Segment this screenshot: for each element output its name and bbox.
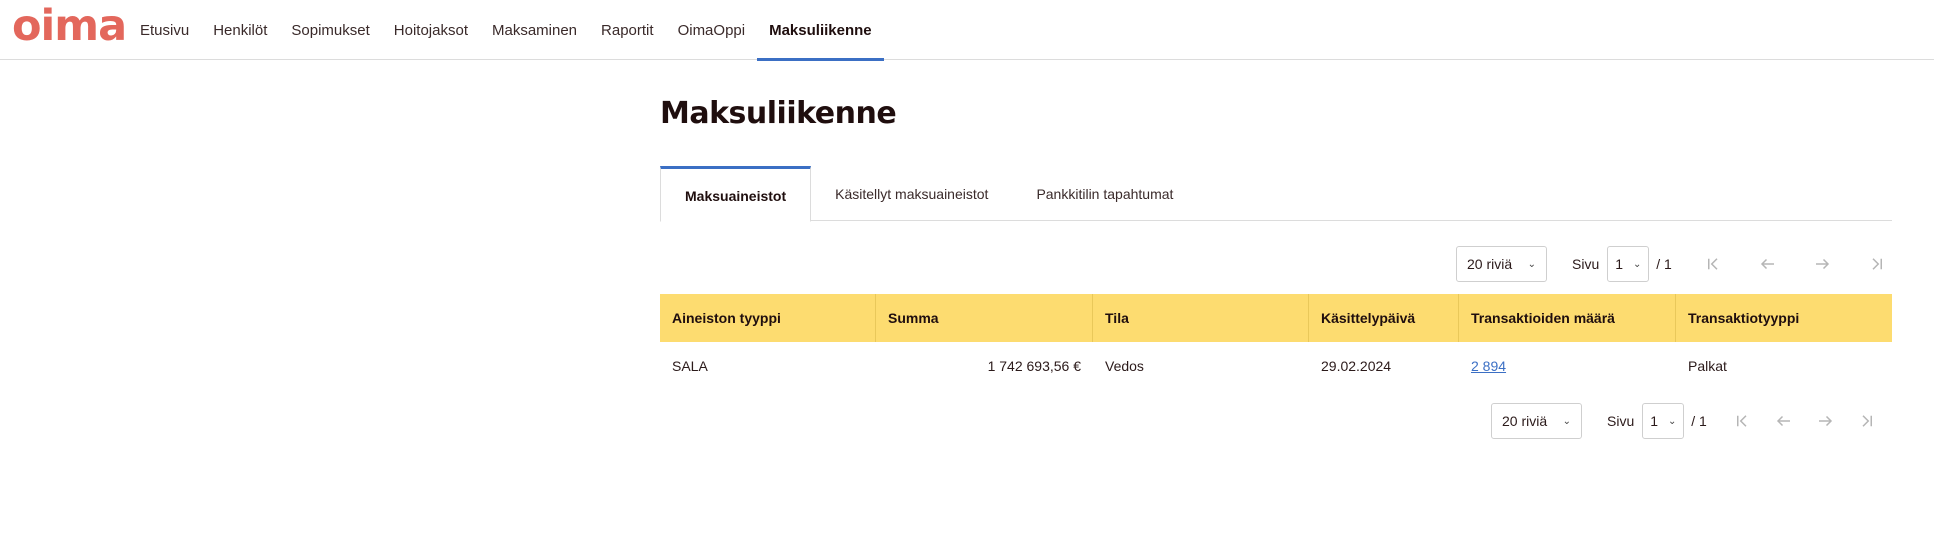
- cell-amount: 1 742 693,56 €: [987, 358, 1081, 374]
- chevron-down-icon: ⌄: [1633, 258, 1642, 270]
- payment-files-table: Aineiston tyyppi Summa Tila Käsittelypäi…: [660, 294, 1892, 390]
- chevron-down-icon: ⌄: [1562, 415, 1571, 427]
- cell-status: Vedos: [1105, 358, 1144, 374]
- column-header-kasittelypaiva[interactable]: Käsittelypäivä: [1309, 294, 1459, 342]
- pagination-top: 20 riviä ⌄ Sivu 1 ⌄ / 1: [1456, 246, 1888, 282]
- tab-maksuaineistot[interactable]: Maksuaineistot: [660, 166, 812, 222]
- column-header-transaktioiden-maara[interactable]: Transaktioiden määrä: [1459, 294, 1676, 342]
- page-total: / 1: [1656, 256, 1672, 272]
- prev-page-icon[interactable]: [1756, 252, 1780, 276]
- main-nav: Etusivu Henkilöt Sopimukset Hoitojaksot …: [128, 0, 884, 61]
- nav-item-hoitojaksot[interactable]: Hoitojaksot: [382, 0, 480, 60]
- nav-item-raportit[interactable]: Raportit: [589, 0, 666, 60]
- rows-per-page-value: 20 riviä: [1502, 413, 1548, 429]
- rows-per-page-select[interactable]: 20 riviä ⌄: [1491, 403, 1582, 439]
- page-label: Sivu: [1572, 256, 1600, 272]
- page-label: Sivu: [1607, 413, 1635, 429]
- cell-transaction-type: Palkat: [1688, 358, 1727, 374]
- page-total: / 1: [1691, 413, 1707, 429]
- column-header-tila[interactable]: Tila: [1093, 294, 1309, 342]
- pagination-bottom: 20 riviä ⌄ Sivu 1 ⌄ / 1: [1491, 403, 1878, 439]
- nav-item-etusivu[interactable]: Etusivu: [128, 0, 201, 60]
- top-navigation-bar: oima Etusivu Henkilöt Sopimukset Hoitoja…: [0, 0, 1934, 61]
- last-page-icon[interactable]: [1864, 252, 1888, 276]
- cell-transaction-count: 2 894: [1459, 342, 1676, 390]
- column-header-transaktiotyyppi[interactable]: Transaktiotyyppi: [1676, 294, 1892, 342]
- column-header-aineiston-tyyppi[interactable]: Aineiston tyyppi: [660, 294, 876, 342]
- table-header: Aineiston tyyppi Summa Tila Käsittelypäi…: [660, 294, 1892, 342]
- tab-pankkitilin-tapahtumat[interactable]: Pankkitilin tapahtumat: [1012, 166, 1197, 221]
- page-title: Maksuliikenne: [660, 96, 897, 131]
- page-number-value: 1: [1650, 413, 1659, 429]
- cell-type: SALA: [672, 358, 708, 374]
- nav-item-sopimukset[interactable]: Sopimukset: [279, 0, 381, 60]
- first-page-icon[interactable]: [1702, 252, 1726, 276]
- rows-per-page-select[interactable]: 20 riviä ⌄: [1456, 246, 1547, 282]
- nav-item-maksaminen[interactable]: Maksaminen: [480, 0, 589, 60]
- nav-item-oimaoppi[interactable]: OimaOppi: [666, 0, 758, 60]
- nav-item-maksuliikenne[interactable]: Maksuliikenne: [757, 0, 884, 61]
- chevron-down-icon: ⌄: [1527, 258, 1536, 270]
- next-page-icon[interactable]: [1813, 409, 1837, 433]
- table-row: SALA 1 742 693,56 € Vedos 29.02.2024 2 8…: [660, 342, 1892, 390]
- page-number-select[interactable]: 1 ⌄: [1642, 403, 1685, 439]
- transaction-count-link[interactable]: 2 894: [1471, 358, 1506, 374]
- rows-per-page-value: 20 riviä: [1467, 256, 1513, 272]
- page-number-select[interactable]: 1 ⌄: [1607, 246, 1650, 282]
- prev-page-icon[interactable]: [1772, 409, 1796, 433]
- last-page-icon[interactable]: [1854, 409, 1878, 433]
- cell-date: 29.02.2024: [1321, 358, 1392, 374]
- chevron-down-icon: ⌄: [1668, 415, 1677, 427]
- first-page-icon[interactable]: [1731, 409, 1755, 433]
- page-number-value: 1: [1615, 256, 1624, 272]
- nav-item-henkilot[interactable]: Henkilöt: [201, 0, 279, 60]
- oima-logo[interactable]: oima: [12, 2, 127, 50]
- tab-bar: Maksuaineistot Käsitellyt maksuaineistot…: [660, 166, 1892, 222]
- next-page-icon[interactable]: [1810, 252, 1834, 276]
- tab-kasitellyt-maksuaineistot[interactable]: Käsitellyt maksuaineistot: [811, 166, 1012, 221]
- column-header-summa[interactable]: Summa: [876, 294, 1093, 342]
